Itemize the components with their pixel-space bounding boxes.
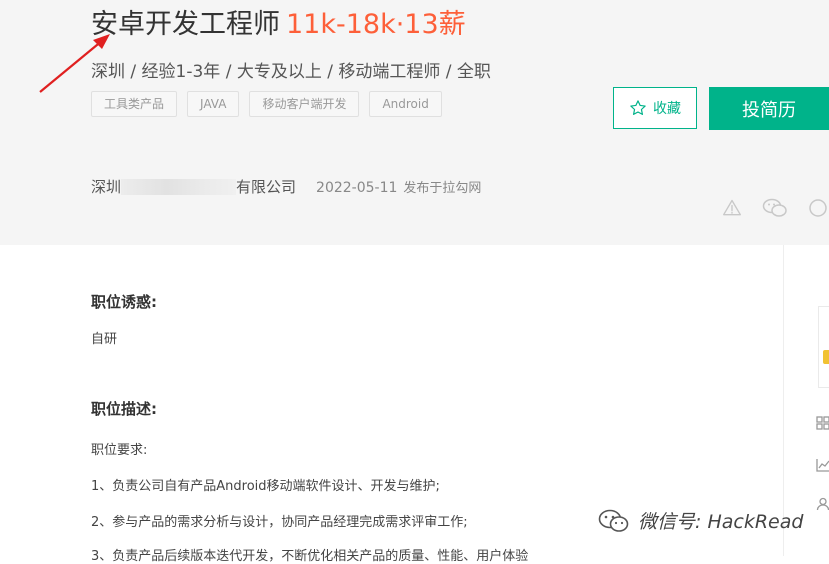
perks-title: 职位诱惑:: [91, 293, 157, 311]
wechat-icon[interactable]: [762, 198, 788, 218]
star-icon: [630, 100, 646, 115]
requirement-2: 2、参与产品的需求分析与设计，协同产品经理完成需求评审工作;: [91, 515, 468, 530]
wechat-logo-icon: [598, 509, 629, 532]
requirements-heading: 职位要求:: [91, 443, 148, 458]
title-row: 安卓开发工程师 11k-18k·13薪: [91, 2, 466, 41]
company-row: 深圳 有限公司 2022-05-11 发布于拉勾网: [91, 176, 481, 197]
requirement-1: 1、负责公司自有产品Android移动端软件设计、开发与维护;: [91, 479, 440, 494]
job-meta: 深圳 / 经验1-3年 / 大专及以上 / 移动端工程师 / 全职: [91, 62, 491, 82]
perks-text: 自研: [91, 332, 118, 347]
apply-label: 投简历: [742, 99, 796, 121]
tag-mobile-client[interactable]: 移动客户端开发: [249, 91, 360, 117]
sidebar-card-badge: [823, 350, 829, 364]
grid-icon[interactable]: [816, 416, 829, 430]
tag-java[interactable]: JAVA: [187, 91, 240, 117]
sidebar-card[interactable]: [818, 306, 829, 388]
company-suffix[interactable]: 有限公司: [236, 178, 296, 196]
salary: 11k-18k·13薪: [286, 9, 466, 40]
chart-icon[interactable]: [816, 458, 829, 472]
red-arrow-annotation: [39, 34, 110, 93]
warning-icon[interactable]: [722, 198, 742, 218]
publish-date: 2022-05-11: [316, 180, 398, 196]
share-icons: [722, 198, 828, 218]
redacted-company-name: [121, 179, 237, 195]
watermark-text: 微信号: HackRead: [638, 511, 804, 533]
job-header: 安卓开发工程师 11k-18k·13薪 深圳 / 经验1-3年 / 大专及以上 /…: [0, 0, 829, 245]
tag-android[interactable]: Android: [369, 91, 442, 117]
company-prefix[interactable]: 深圳: [91, 178, 121, 196]
publish-source: 发布于拉勾网: [403, 181, 482, 196]
collect-button[interactable]: 收藏: [613, 87, 697, 129]
collect-label: 收藏: [653, 101, 681, 117]
job-tags: 工具类产品 JAVA 移动客户端开发 Android: [91, 91, 442, 117]
apply-button[interactable]: 投简历: [709, 87, 829, 130]
weibo-icon[interactable]: [808, 198, 828, 218]
user-icon[interactable]: [816, 497, 829, 511]
requirement-3: 3、负责产品后续版本迭代开发，不断优化相关产品的质量、性能、用户体验: [91, 549, 529, 564]
description-title: 职位描述:: [91, 400, 157, 418]
wechat-watermark: 微信号: HackRead: [598, 507, 803, 534]
